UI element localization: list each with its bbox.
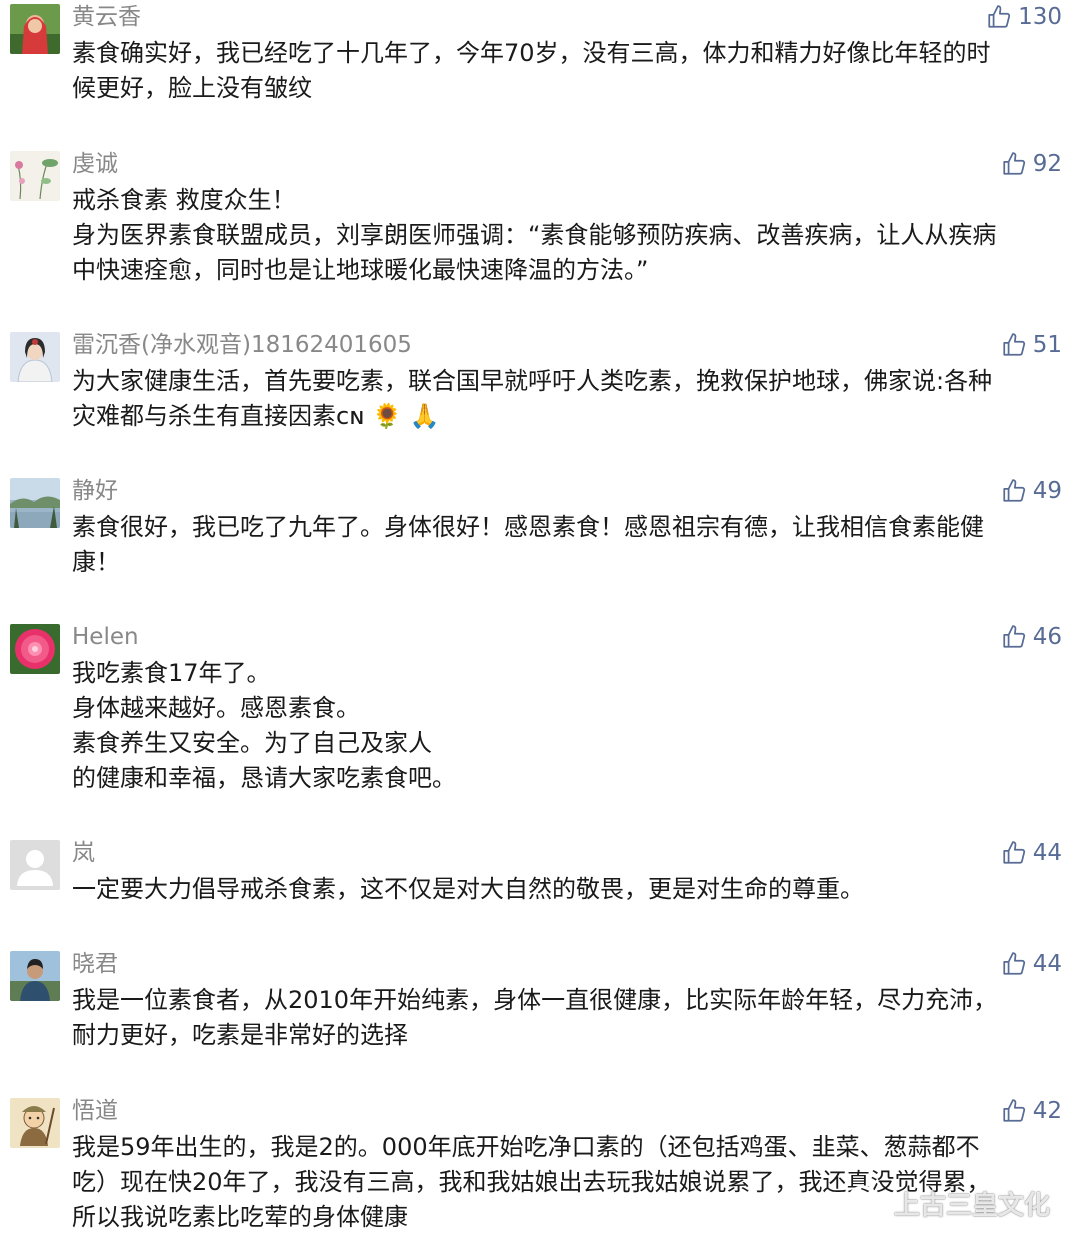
comment-line: 耐力更好，吃素是非常好的选择: [72, 1021, 408, 1049]
comment-line: 我吃素食17年了。: [72, 659, 271, 687]
avatar[interactable]: [10, 4, 60, 54]
nickname[interactable]: 虔诚: [72, 147, 118, 181]
comment-line: 我是59年出生的，我是2的。000年底开始吃净口素的（还包括鸡蛋、韭菜、葱蒜都不: [72, 1133, 980, 1161]
avatar[interactable]: [10, 151, 60, 201]
comment-line: 为大家健康生活，首先要吃素，联合国早就呼吁人类吃素，挽救保护地球，佛家说:各种: [72, 367, 993, 395]
nickname[interactable]: 静好: [72, 474, 118, 508]
comment-text: 我吃素食17年了。 身体越来越好。感恩素食。 素食养生又安全。为了自己及家人 的…: [72, 656, 1062, 796]
nickname[interactable]: Helen: [72, 620, 139, 654]
comment-line: 康！: [72, 548, 120, 576]
avatar[interactable]: [10, 478, 60, 528]
thumbs-up-icon: [1001, 951, 1027, 977]
avatar[interactable]: [10, 951, 60, 1001]
nickname[interactable]: 晓君: [72, 947, 118, 981]
like-count: 44: [1032, 951, 1062, 977]
comment-line: 戒杀食素 救度众生！: [72, 186, 296, 214]
watermark-text: 上古三皇文化: [893, 1191, 1050, 1221]
like-button[interactable]: 92: [1001, 147, 1062, 181]
like-count: 46: [1032, 624, 1062, 650]
comment-line: 灾难都与杀生有直接因素ᴄɴ 🌻 🙏: [72, 402, 440, 430]
comment-line: 中快速痊愈，同时也是让地球暖化最快速降温的方法。”: [72, 256, 649, 284]
comment-line: 的健康和幸福，恳请大家吃素食吧。: [72, 764, 456, 792]
thumbs-up-icon: [986, 4, 1012, 30]
avatar[interactable]: [10, 840, 60, 890]
comment-text: 素食确实好，我已经吃了十几年了，今年70岁，没有三高，体力和精力好像比年轻的时 …: [72, 36, 1062, 106]
comment-line: 身为医界素食联盟成员，刘享朗医师强调：“素食能够预防疾病、改善疾病，让人从疾病: [72, 221, 997, 249]
comment-line: 我是一位素食者，从2010年开始纯素，身体一直很健康，比实际年龄年轻，尽力充沛，: [72, 986, 998, 1014]
comment-line: 身体越来越好。感恩素食。: [72, 694, 360, 722]
comment-line: 一定要大力倡导戒杀食素，这不仅是对大自然的敬畏，更是对生命的尊重。: [72, 875, 864, 903]
like-count: 49: [1032, 478, 1062, 504]
like-count: 51: [1032, 332, 1062, 358]
like-count: 44: [1032, 840, 1062, 866]
thumbs-up-icon: [1001, 624, 1027, 650]
like-button[interactable]: 51: [1001, 328, 1062, 362]
thumbs-up-icon: [1001, 151, 1027, 177]
avatar[interactable]: [10, 624, 60, 674]
like-button[interactable]: 42: [1001, 1094, 1062, 1128]
like-count: 42: [1032, 1098, 1062, 1124]
comment-text: 素食很好，我已吃了九年了。身体很好！感恩素食！感恩祖宗有德，让我相信食素能健 康…: [72, 510, 1062, 580]
comment-line: 素食确实好，我已经吃了十几年了，今年70岁，没有三高，体力和精力好像比年轻的时: [72, 39, 991, 67]
nickname[interactable]: 黄云香: [72, 0, 141, 34]
comment-text: 一定要大力倡导戒杀食素，这不仅是对大自然的敬畏，更是对生命的尊重。: [72, 872, 1062, 907]
avatar[interactable]: [10, 332, 60, 382]
nickname[interactable]: 雷沉香(净水观音)18162401605: [72, 328, 412, 362]
like-button[interactable]: 44: [1001, 836, 1062, 870]
comment-text: 为大家健康生活，首先要吃素，联合国早就呼吁人类吃素，挽救保护地球，佛家说:各种 …: [72, 364, 1062, 434]
nickname[interactable]: 岚: [72, 836, 95, 870]
nickname[interactable]: 悟道: [72, 1094, 118, 1128]
watermark: 上古三皇文化: [848, 1184, 1050, 1223]
like-button[interactable]: 130: [986, 0, 1062, 34]
comment-line: 候更好，脸上没有皱纹: [72, 74, 312, 102]
comment-line: 素食很好，我已吃了九年了。身体很好！感恩素食！感恩祖宗有德，让我相信食素能健: [72, 513, 984, 541]
avatar[interactable]: [10, 1098, 60, 1148]
thumbs-up-icon: [1001, 1098, 1027, 1124]
comment-text: 戒杀食素 救度众生！ 身为医界素食联盟成员，刘享朗医师强调：“素食能够预防疾病、…: [72, 183, 1062, 288]
thumbs-up-icon: [1001, 840, 1027, 866]
thumbs-up-icon: [1001, 478, 1027, 504]
like-button[interactable]: 44: [1001, 947, 1062, 981]
comment-text: 我是一位素食者，从2010年开始纯素，身体一直很健康，比实际年龄年轻，尽力充沛，…: [72, 983, 1062, 1053]
thumbs-up-icon: [1001, 332, 1027, 358]
like-count: 130: [1018, 4, 1062, 30]
like-button[interactable]: 49: [1001, 474, 1062, 508]
like-count: 92: [1032, 151, 1062, 177]
comment-line: 素食养生又安全。为了自己及家人: [72, 729, 432, 757]
wechat-icon: [848, 1184, 888, 1223]
like-button[interactable]: 46: [1001, 620, 1062, 654]
